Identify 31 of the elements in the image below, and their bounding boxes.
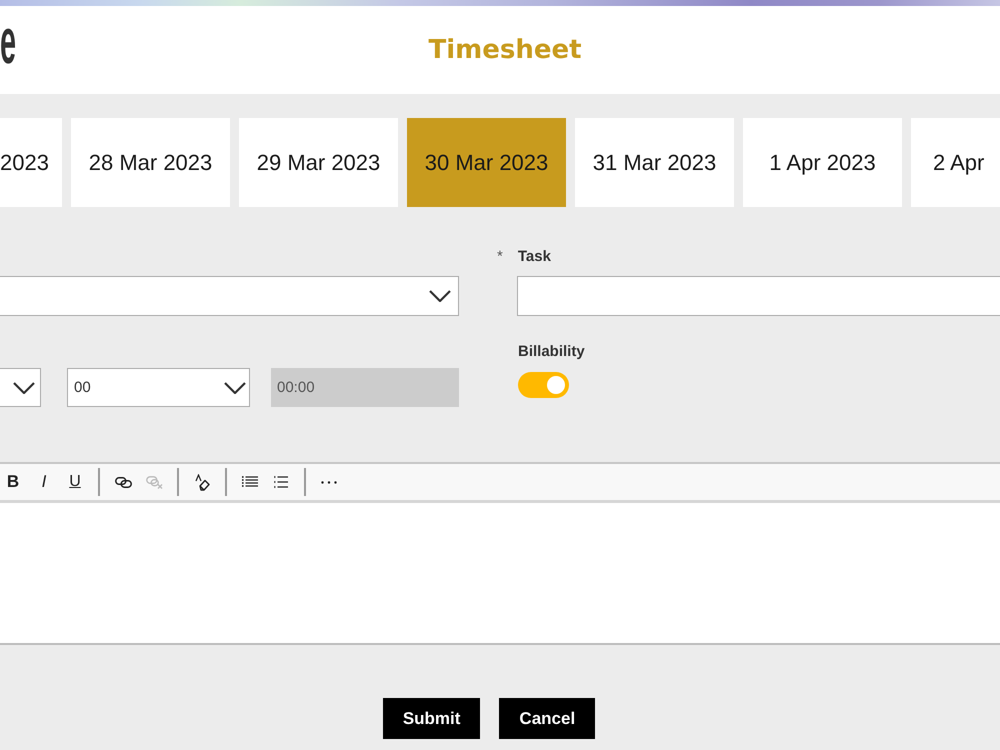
toggle-switch[interactable] [518, 372, 569, 398]
numbered-list-icon [274, 476, 288, 488]
date-tab[interactable]: 28 Mar 2023 [71, 118, 230, 207]
chevron-down-icon [13, 382, 35, 394]
field-label: Task [518, 248, 551, 264]
submit-button[interactable]: Submit [382, 698, 480, 739]
dropdown-field[interactable] [0, 276, 459, 316]
bold-button[interactable]: B [0, 469, 26, 495]
italic-button[interactable]: I [31, 469, 57, 495]
chevron-down-icon [429, 290, 451, 302]
dropdown-field[interactable]: 00 [67, 368, 250, 407]
page-title: Timesheet [428, 35, 582, 65]
unlink-icon [146, 476, 162, 488]
time-field: 00:00 [271, 368, 459, 407]
link-icon [114, 476, 132, 488]
date-tab[interactable]: 31 Mar 2023 [575, 118, 734, 207]
date-tab[interactable]: 2 Apr [911, 118, 1000, 207]
date-tab[interactable]: 1 Apr 2023 [743, 118, 902, 207]
field-label: Billability [518, 342, 585, 362]
underline-button[interactable]: U [62, 469, 88, 495]
cancel-button[interactable]: Cancel [499, 698, 596, 739]
more-icon [321, 480, 337, 484]
date-tab[interactable]: 30 Mar 2023 [407, 118, 566, 207]
text-input[interactable] [517, 276, 1000, 316]
bullet-list-icon [242, 476, 258, 488]
required-mark: * [497, 248, 503, 264]
chevron-down-icon [224, 382, 246, 394]
date-tab[interactable]: 2023 [0, 118, 62, 207]
date-tab[interactable]: 29 Mar 2023 [239, 118, 398, 207]
dropdown-field[interactable] [0, 368, 41, 407]
eraser-icon [194, 474, 210, 490]
